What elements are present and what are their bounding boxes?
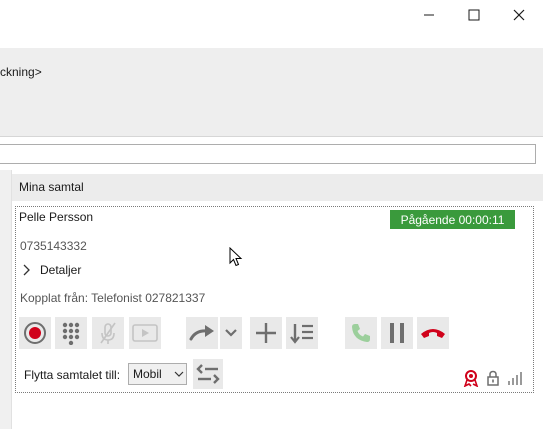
- chevron-right-icon: [23, 264, 30, 276]
- add-call-icon: [256, 323, 276, 343]
- move-call-selected: Mobil: [133, 367, 162, 381]
- call-card[interactable]: Pelle Persson Pågående 00:00:11 07351433…: [15, 206, 534, 393]
- move-call-label: Flytta samtalet till:: [24, 368, 121, 382]
- section-title: Mina samtal: [19, 180, 84, 194]
- record-button[interactable]: [19, 317, 51, 349]
- hold-button[interactable]: [381, 317, 413, 349]
- close-icon[interactable]: [496, 0, 542, 30]
- minimize-icon[interactable]: [406, 0, 452, 30]
- keypad-icon: [62, 322, 80, 345]
- forward-icon: [189, 325, 214, 341]
- signal-strength-icon: [506, 369, 524, 387]
- header-text: ckning>: [0, 65, 42, 79]
- header-panel: ckning>: [0, 48, 543, 136]
- connected-from-text: Kopplat från: Telefonist 027821337: [20, 291, 206, 305]
- hangup-button[interactable]: [417, 317, 449, 349]
- chevron-down-icon: [225, 329, 237, 337]
- search-input[interactable]: [0, 144, 536, 164]
- caller-number: 0735143332: [20, 239, 87, 253]
- details-label: Detaljer: [40, 263, 82, 277]
- move-call-button[interactable]: [193, 359, 223, 389]
- section-header: Mina samtal: [12, 174, 543, 201]
- hold-icon: [390, 323, 404, 343]
- divider: [0, 136, 543, 137]
- forward-button[interactable]: [186, 317, 218, 349]
- maximize-icon[interactable]: [451, 0, 497, 30]
- keypad-button[interactable]: [55, 317, 87, 349]
- forward-options-button[interactable]: [220, 317, 242, 349]
- chevron-down-icon: [174, 371, 184, 377]
- status-badge: Pågående 00:00:11: [390, 210, 515, 229]
- title-bar: [0, 0, 543, 32]
- move-call-select[interactable]: Mobil: [128, 363, 187, 385]
- recording-badge-icon: [462, 369, 480, 387]
- status-text: Pågående 00:00:11: [400, 212, 505, 227]
- video-icon: [132, 324, 158, 342]
- queue-list-button[interactable]: [286, 317, 318, 349]
- mute-icon: [100, 322, 116, 344]
- answer-button[interactable]: [345, 317, 377, 349]
- caller-name: Pelle Persson: [19, 210, 94, 224]
- left-strip: [0, 170, 12, 429]
- record-icon: [24, 322, 46, 344]
- answer-icon: [352, 324, 370, 342]
- hangup-icon: [421, 329, 445, 338]
- queue-list-icon: [290, 324, 313, 344]
- video-button[interactable]: [129, 317, 161, 349]
- mouse-cursor-icon: [229, 247, 243, 267]
- swap-arrows-icon: [196, 364, 220, 384]
- lock-icon: [484, 369, 502, 387]
- mute-button[interactable]: [92, 317, 124, 349]
- add-call-button[interactable]: [250, 317, 282, 349]
- details-toggle[interactable]: Detaljer: [22, 263, 81, 277]
